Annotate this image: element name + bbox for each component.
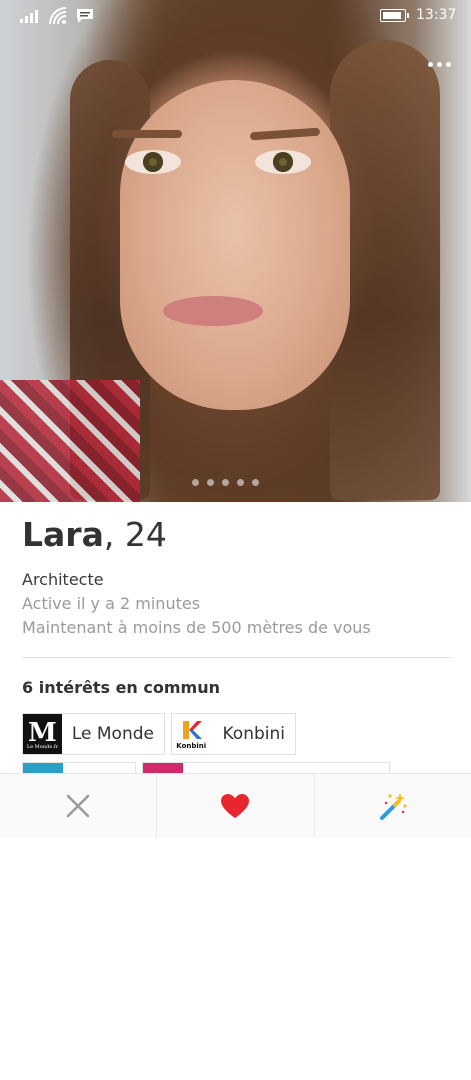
profile-age: 24 — [124, 515, 167, 554]
super-like-button[interactable] — [315, 774, 471, 838]
more-options-icon[interactable] — [428, 57, 454, 71]
pager-dot[interactable] — [207, 479, 214, 486]
interest-label: Konbini — [222, 724, 286, 744]
pager-dot[interactable] — [192, 479, 199, 486]
profile-job: Architecte — [22, 570, 104, 589]
profile-name: Lara — [22, 515, 104, 554]
magic-wand-icon — [379, 793, 407, 820]
close-icon — [66, 794, 90, 818]
wifi-icon — [49, 7, 67, 25]
pager-dot[interactable] — [237, 479, 244, 486]
photo-lips — [163, 296, 263, 326]
name-separator: , — [103, 515, 115, 554]
battery-icon — [380, 9, 409, 22]
status-bar: 13:37 — [0, 0, 471, 32]
photo-shirt — [0, 380, 140, 502]
photo-brow-left — [112, 130, 182, 138]
interest-chip-konbini[interactable]: Konbini Konbini — [171, 713, 296, 755]
profile-activity: Active il y a 2 minutes — [22, 594, 201, 613]
message-icon — [77, 9, 93, 23]
photo-eye-left — [125, 150, 181, 174]
interest-label: Le Monde — [71, 724, 154, 744]
signal-icon — [20, 10, 38, 23]
pager-dot-active[interactable] — [214, 1073, 221, 1080]
heart-icon — [221, 794, 250, 818]
photo-eye-right — [255, 150, 311, 174]
photo-pager — [192, 479, 259, 1080]
action-bar — [0, 773, 471, 838]
profile-name-age: Lara, 24 — [22, 515, 167, 554]
interest-chip-le-monde[interactable]: M Le Monde.fr Le Monde — [22, 713, 165, 755]
pager-dot[interactable] — [222, 479, 229, 486]
divider — [22, 657, 452, 658]
dislike-button[interactable] — [0, 774, 158, 838]
konbini-k-icon — [183, 720, 203, 739]
profile-distance: Maintenant à moins de 500 mètres de vous — [22, 618, 371, 637]
profile-photo[interactable] — [0, 0, 471, 502]
konbini-logo: Konbini — [172, 714, 211, 754]
pager-dot[interactable] — [252, 479, 259, 486]
le-monde-logo: M Le Monde.fr — [23, 714, 62, 754]
interests-title: 6 intérêts en commun — [22, 678, 220, 697]
status-time: 13:37 — [416, 7, 457, 23]
like-button[interactable] — [157, 774, 315, 838]
